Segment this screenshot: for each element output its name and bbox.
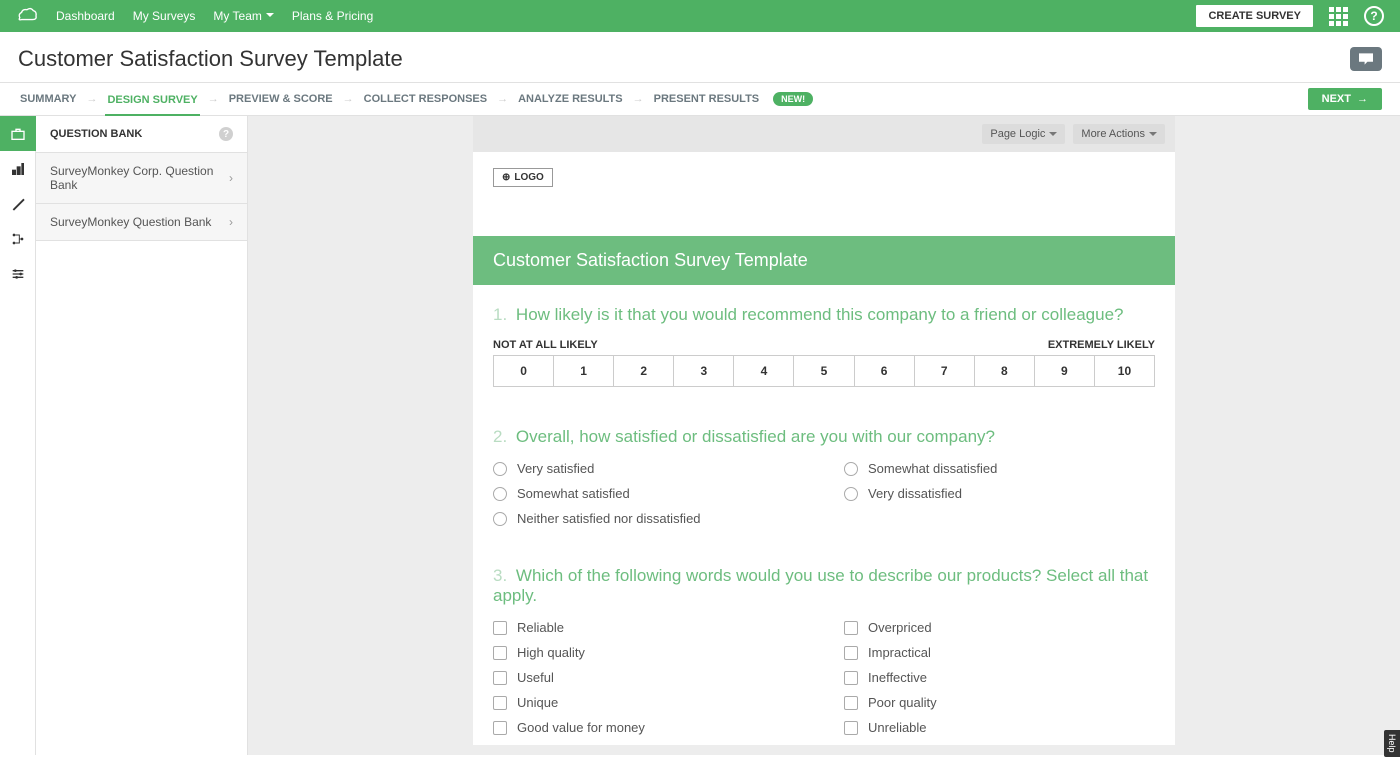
- speech-bubble-icon: [1357, 52, 1375, 66]
- step-summary[interactable]: SUMMARY: [18, 83, 78, 115]
- nps-9[interactable]: 9: [1035, 356, 1095, 386]
- rail-logic[interactable]: [0, 221, 36, 256]
- rail-options[interactable]: [0, 256, 36, 291]
- q1-text: How likely is it that you would recommen…: [516, 305, 1124, 324]
- next-button[interactable]: NEXT →: [1308, 88, 1382, 110]
- question-bank-panel: QUESTION BANK ? SurveyMonkey Corp. Quest…: [36, 116, 248, 755]
- rail-question-bank[interactable]: [0, 116, 36, 151]
- nav-dashboard[interactable]: Dashboard: [56, 9, 115, 23]
- chevron-right-icon: →: [497, 93, 508, 105]
- page-title: Customer Satisfaction Survey Template: [18, 46, 403, 72]
- rail-themes[interactable]: [0, 186, 36, 221]
- panel-title: QUESTION BANK: [50, 128, 142, 140]
- nps-1[interactable]: 1: [554, 356, 614, 386]
- q3-number: 3.: [493, 566, 507, 585]
- chevron-right-icon: →: [208, 93, 219, 105]
- check-useful[interactable]: Useful: [493, 670, 804, 685]
- nps-6[interactable]: 6: [855, 356, 915, 386]
- nps-2[interactable]: 2: [614, 356, 674, 386]
- canvas-toolbar: Page Logic More Actions: [473, 116, 1175, 152]
- q3-text: Which of the following words would you u…: [493, 566, 1148, 605]
- plus-circle-icon: ⊕: [502, 172, 510, 183]
- more-actions-button[interactable]: More Actions: [1073, 124, 1165, 144]
- nps-0[interactable]: 0: [494, 356, 554, 386]
- nps-right-label: EXTREMELY LIKELY: [1048, 339, 1155, 351]
- title-bar: Customer Satisfaction Survey Template: [0, 32, 1400, 82]
- nps-5[interactable]: 5: [794, 356, 854, 386]
- nps-scale: 0 1 2 3 4 5 6 7 8 9 10: [493, 355, 1155, 387]
- nps-left-label: NOT AT ALL LIKELY: [493, 339, 598, 351]
- brand-logo-icon[interactable]: [16, 7, 38, 25]
- top-nav: Dashboard My Surveys My Team Plans & Pri…: [0, 0, 1400, 32]
- nav-my-surveys[interactable]: My Surveys: [133, 9, 196, 23]
- survey-title-banner[interactable]: Customer Satisfaction Survey Template: [473, 236, 1175, 285]
- survey-canvas: Page Logic More Actions ⊕ LOGO Customer …: [473, 116, 1175, 745]
- step-analyze-results[interactable]: ANALYZE RESULTS: [516, 83, 625, 115]
- nav-my-team[interactable]: My Team: [213, 9, 273, 23]
- step-collect-responses[interactable]: COLLECT RESPONSES: [362, 83, 489, 115]
- radio-somewhat-satisfied[interactable]: Somewhat satisfied: [493, 486, 804, 501]
- blocks-icon: [10, 161, 26, 177]
- radio-somewhat-dissatisfied[interactable]: Somewhat dissatisfied: [844, 461, 1155, 476]
- bank-row-corp[interactable]: SurveyMonkey Corp. Question Bank ›: [36, 153, 247, 204]
- chevron-right-icon: ›: [229, 171, 233, 185]
- brush-icon: [10, 196, 26, 212]
- branch-icon: [10, 231, 26, 247]
- radio-very-satisfied[interactable]: Very satisfied: [493, 461, 804, 476]
- help-icon[interactable]: ?: [1364, 6, 1384, 26]
- step-design-survey[interactable]: DESIGN SURVEY: [105, 84, 199, 116]
- chevron-right-icon: →: [343, 93, 354, 105]
- page-logic-button[interactable]: Page Logic: [982, 124, 1065, 144]
- check-overpriced[interactable]: Overpriced: [844, 620, 1155, 635]
- step-present-results[interactable]: PRESENT RESULTS: [652, 83, 762, 115]
- check-unreliable[interactable]: Unreliable: [844, 720, 1155, 735]
- q2-number: 2.: [493, 427, 507, 446]
- check-high-quality[interactable]: High quality: [493, 645, 804, 660]
- check-poor-quality[interactable]: Poor quality: [844, 695, 1155, 710]
- step-preview-score[interactable]: PREVIEW & SCORE: [227, 83, 335, 115]
- sliders-icon: [10, 266, 26, 282]
- nps-3[interactable]: 3: [674, 356, 734, 386]
- radio-very-dissatisfied[interactable]: Very dissatisfied: [844, 486, 1155, 501]
- design-canvas-area: Page Logic More Actions ⊕ LOGO Customer …: [248, 116, 1400, 755]
- nav-plans-pricing[interactable]: Plans & Pricing: [292, 9, 373, 23]
- nps-4[interactable]: 4: [734, 356, 794, 386]
- question-2[interactable]: 2. Overall, how satisfied or dissatisfie…: [473, 397, 1175, 536]
- check-reliable[interactable]: Reliable: [493, 620, 804, 635]
- check-good-value[interactable]: Good value for money: [493, 720, 804, 735]
- nps-7[interactable]: 7: [915, 356, 975, 386]
- builder-icon-rail: [0, 116, 36, 755]
- comments-button[interactable]: [1350, 47, 1382, 71]
- create-survey-button[interactable]: CREATE SURVEY: [1196, 5, 1313, 27]
- add-logo-chip[interactable]: ⊕ LOGO: [493, 168, 553, 187]
- apps-grid-icon[interactable]: [1329, 7, 1348, 26]
- nps-10[interactable]: 10: [1095, 356, 1154, 386]
- question-3[interactable]: 3. Which of the following words would yo…: [473, 536, 1175, 745]
- chevron-right-icon: →: [86, 93, 97, 105]
- check-impractical[interactable]: Impractical: [844, 645, 1155, 660]
- nps-8[interactable]: 8: [975, 356, 1035, 386]
- step-nav: SUMMARY → DESIGN SURVEY → PREVIEW & SCOR…: [0, 82, 1400, 116]
- rail-builder[interactable]: [0, 151, 36, 186]
- chevron-right-icon: ›: [229, 215, 233, 229]
- bank-row-sm[interactable]: SurveyMonkey Question Bank ›: [36, 204, 247, 241]
- briefcase-icon: [10, 126, 26, 142]
- help-small-icon[interactable]: ?: [219, 127, 233, 141]
- arrow-right-icon: →: [1357, 93, 1368, 105]
- check-ineffective[interactable]: Ineffective: [844, 670, 1155, 685]
- chevron-right-icon: →: [633, 93, 644, 105]
- help-side-tab[interactable]: Help: [1384, 730, 1400, 757]
- q2-text: Overall, how satisfied or dissatisfied a…: [516, 427, 995, 446]
- radio-neither[interactable]: Neither satisfied nor dissatisfied: [493, 511, 804, 526]
- new-badge: NEW!: [773, 92, 813, 106]
- question-1[interactable]: 1. How likely is it that you would recom…: [473, 285, 1175, 397]
- q1-number: 1.: [493, 305, 507, 324]
- check-unique[interactable]: Unique: [493, 695, 804, 710]
